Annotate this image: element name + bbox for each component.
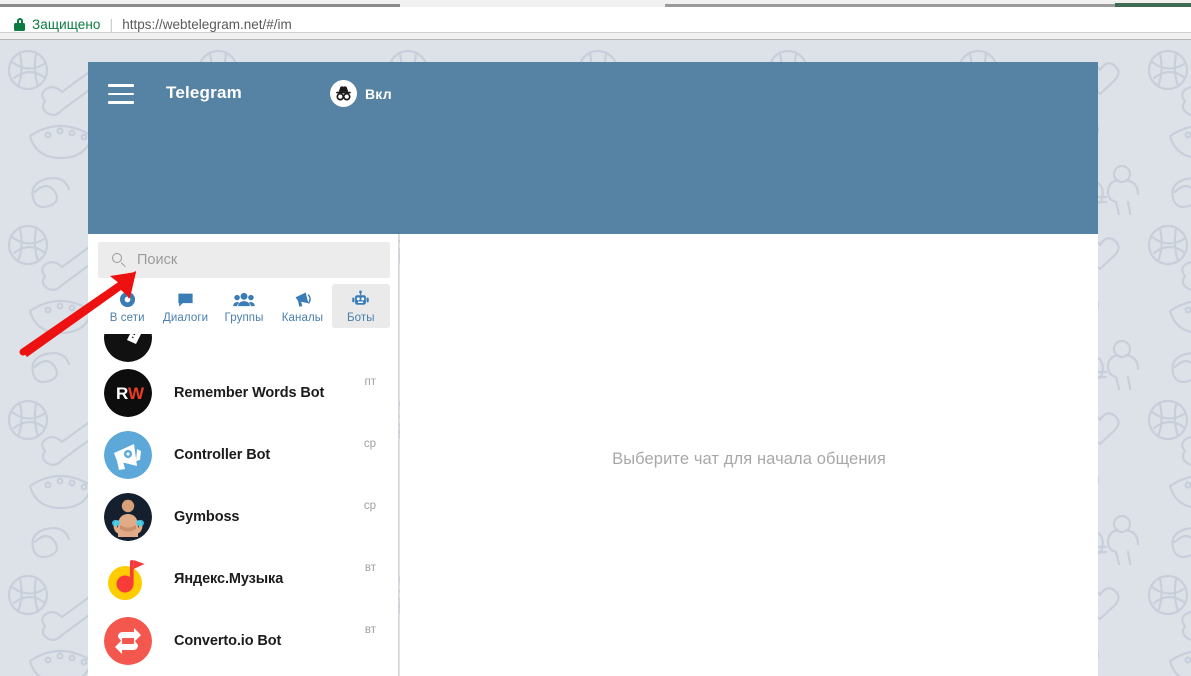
svg-text:R: R <box>116 384 128 403</box>
tab-dialogs[interactable]: Диалоги <box>156 284 214 328</box>
tab-online[interactable]: В сети <box>98 284 156 328</box>
search-box[interactable] <box>98 242 390 278</box>
chat-time: вт <box>364 624 376 636</box>
chat-time: ср <box>363 438 376 450</box>
list-item[interactable]: Converto.io Bot вт <box>88 610 398 672</box>
avatar: R W <box>104 369 152 417</box>
megaphone-icon <box>292 290 313 309</box>
tab-channels-label: Каналы <box>281 312 324 324</box>
hamburger-menu-icon[interactable] <box>108 84 134 104</box>
list-item[interactable] <box>88 328 398 362</box>
main-chat-pane: Выберите чат для начала общения <box>400 234 1098 676</box>
list-item[interactable]: Gymboss ср <box>88 486 398 548</box>
app-header: Telegram Вкл <box>88 62 1098 234</box>
tab-bots[interactable]: Боты <box>331 284 391 328</box>
list-item[interactable]: Яндекс.Музыка вт <box>88 548 398 610</box>
browser-address-bar[interactable]: Защищено | https://webtelegram.net/#/im <box>0 7 1191 33</box>
tab-groups-label: Группы <box>224 312 264 324</box>
chat-time: ср <box>363 500 376 512</box>
incognito-toggle[interactable]: Вкл <box>330 80 392 107</box>
avatar <box>104 431 152 479</box>
app-title: Telegram <box>166 83 242 102</box>
tab-dialogs-label: Диалоги <box>163 312 209 324</box>
list-item[interactable]: Controller Bot ср <box>88 424 398 486</box>
incognito-label: Вкл <box>365 85 392 102</box>
search-input[interactable] <box>137 252 377 268</box>
security-status-label: Защищено <box>32 16 101 32</box>
tab-channels[interactable]: Каналы <box>273 284 331 328</box>
browser-chrome: Защищено | https://webtelegram.net/#/im <box>0 0 1191 40</box>
tab-online-label: В сети <box>109 312 145 324</box>
tab-groups[interactable]: Группы <box>215 284 273 328</box>
sidebar-tabbar: В сети Диалоги Группы Каналы Боты <box>98 284 391 328</box>
avatar <box>104 617 152 665</box>
list-item[interactable]: R W Remember Words Bot пт <box>88 362 398 424</box>
lock-icon <box>14 17 25 31</box>
chat-bubble-icon <box>176 290 195 309</box>
url-text[interactable]: https://webtelegram.net/#/im <box>122 17 292 32</box>
group-people-icon <box>233 290 255 309</box>
incognito-icon <box>330 80 357 107</box>
online-dot-icon <box>118 290 137 309</box>
empty-state-message: Выберите чат для начала общения <box>612 450 886 468</box>
sidebar: В сети Диалоги <box>88 234 399 676</box>
robot-icon <box>350 290 371 309</box>
address-bar-separator: | <box>109 16 114 32</box>
avatar <box>104 493 152 541</box>
chat-time: пт <box>364 376 377 388</box>
svg-text:W: W <box>128 384 145 403</box>
search-icon <box>112 253 126 268</box>
avatar <box>104 334 152 362</box>
tab-bots-label: Боты <box>347 312 375 324</box>
avatar <box>104 555 152 603</box>
telegram-app: Telegram Вкл Поиск В сети Диалоги Группы… <box>88 62 1098 676</box>
browser-chrome-filler <box>0 33 1191 40</box>
chat-list[interactable]: R W Remember Words Bot пт Controller Bot… <box>88 328 398 676</box>
chat-time: вт <box>364 562 376 574</box>
